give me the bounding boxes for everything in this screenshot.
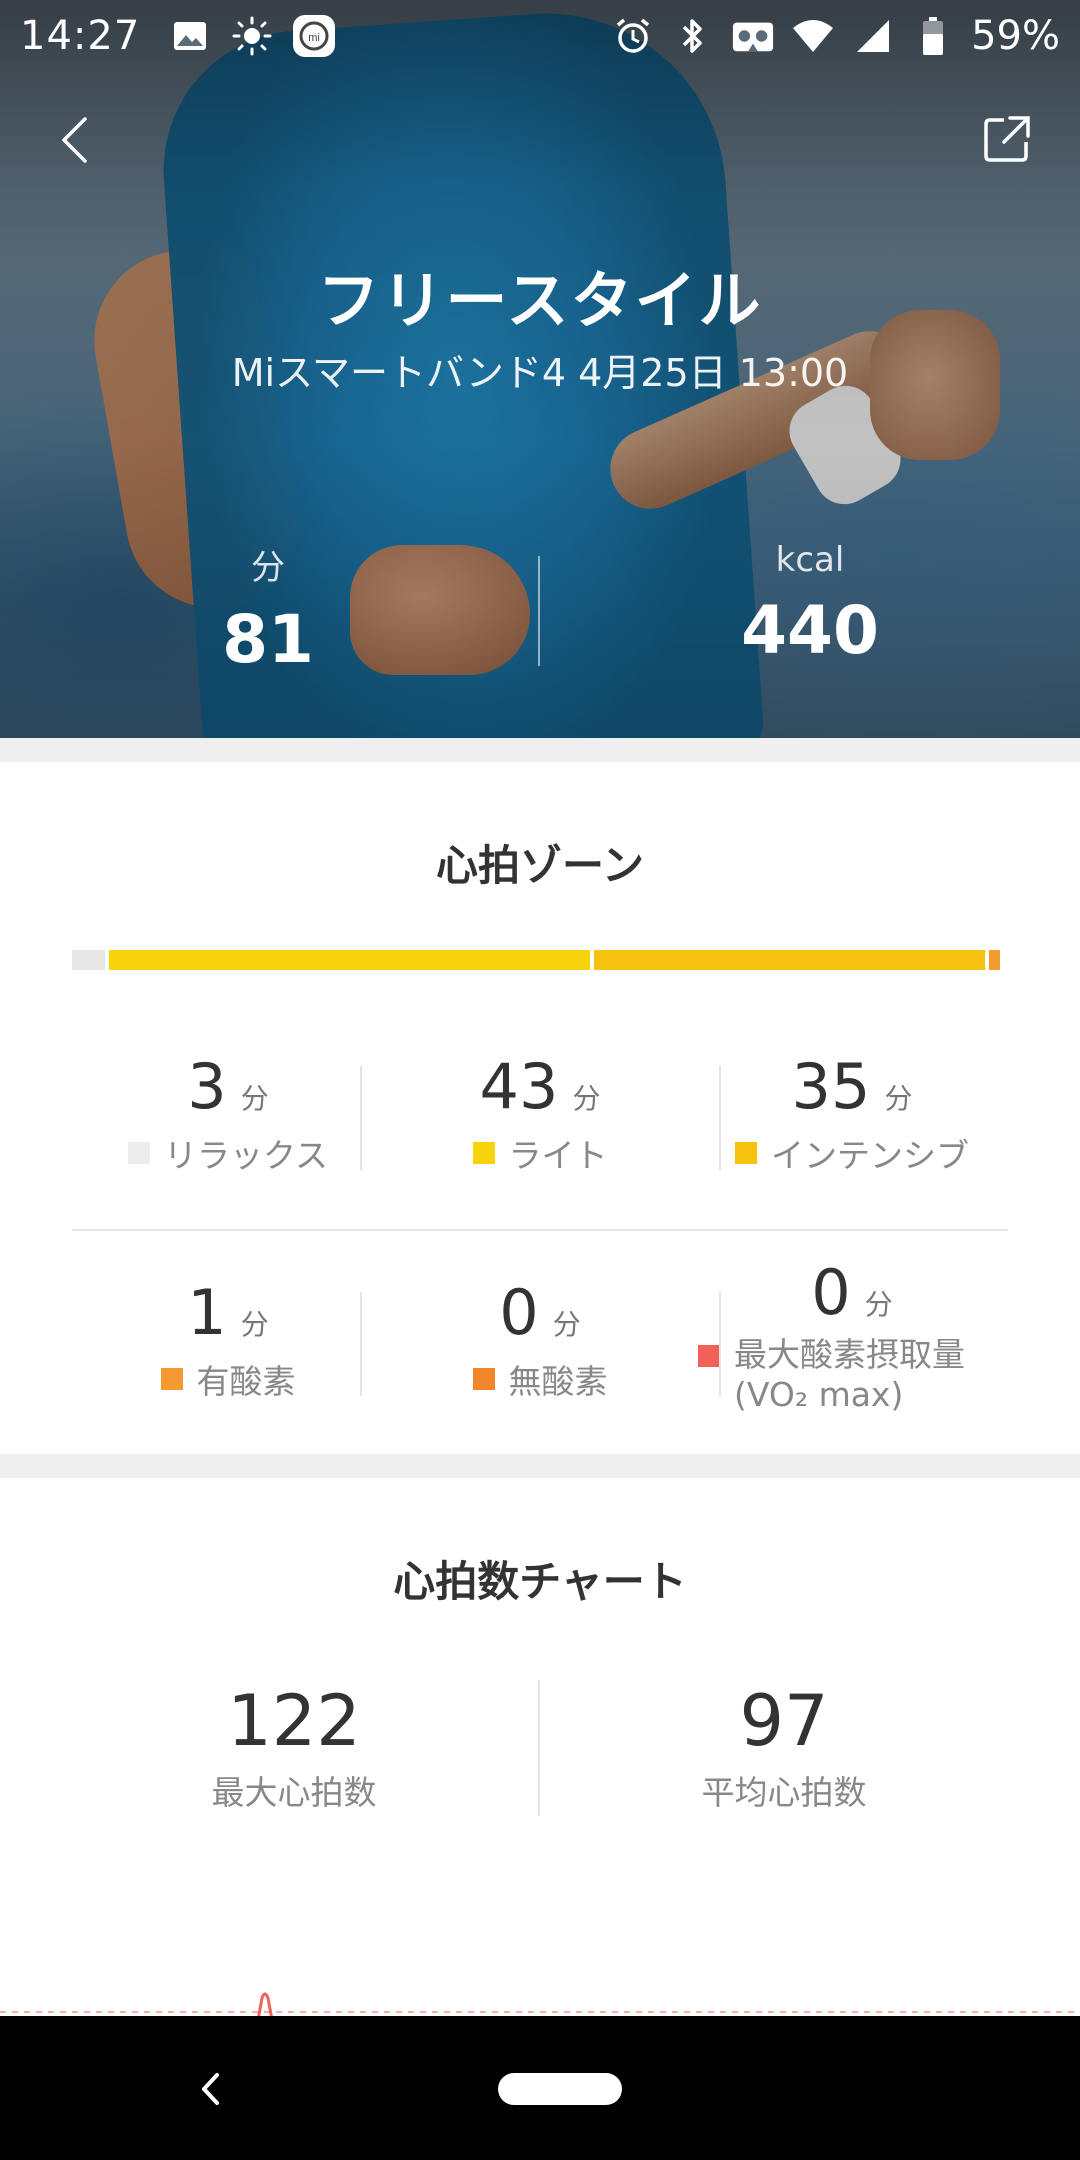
zone-divider — [360, 1292, 362, 1396]
zone-relax: 3分 リラックス — [72, 1050, 384, 1180]
bluetooth-icon — [671, 14, 715, 58]
zone-bar-segment-aerobic — [989, 950, 1001, 970]
zone-swatch — [472, 1142, 495, 1164]
zone-swatch — [472, 1368, 495, 1390]
zone-bar-segment-intensive — [594, 950, 986, 970]
zone-unit: 分 — [552, 1308, 581, 1341]
back-button[interactable] — [44, 108, 104, 172]
battery-icon — [911, 14, 955, 58]
zone-value: 0 — [811, 1256, 851, 1329]
share-icon — [984, 116, 1030, 162]
zone-unit: 分 — [240, 1308, 269, 1341]
nav-home-button[interactable] — [498, 2073, 622, 2105]
workout-subtitle: Miスマートバンド4 4月25日 13:00 — [231, 351, 849, 395]
zone-divider — [360, 1066, 362, 1170]
zone-unit: 分 — [240, 1082, 269, 1115]
avg-heart-rate-stat: 97 平均心拍数 — [574, 1680, 994, 1814]
zone-row-divider — [72, 1229, 1008, 1231]
svg-text:mi: mi — [308, 32, 320, 44]
max-heart-rate-value: 122 — [227, 1680, 361, 1762]
image-icon — [168, 14, 212, 58]
zone-intensive: 35 分 インテンシブ — [696, 1050, 1008, 1180]
alarm-icon — [611, 14, 655, 58]
zone-value: 35 — [791, 1050, 871, 1123]
heart-chart-title: 心拍数チャート — [393, 1557, 687, 1606]
duration-stat: 分 81 — [98, 540, 438, 678]
heart-zone-grid: 3分 リラックス 43 分 ライト 35 分 インテンシブ — [72, 1050, 1008, 1180]
zone-aerobic: 1分 有酸素 — [72, 1276, 384, 1406]
system-nav-bar — [0, 2016, 1080, 2160]
hero-divider — [538, 556, 540, 666]
heart-stat-divider — [538, 1680, 540, 1816]
zone-divider — [719, 1066, 721, 1170]
zone-label: 無酸素 — [508, 1362, 608, 1401]
workout-title: フリースタイル — [317, 264, 763, 337]
heart-zone-bar — [72, 950, 1004, 970]
zone-swatch — [698, 1345, 720, 1367]
workout-detail-page: 14:27 mi 59% フリースタイル Miスマートバンド4 4月25日 13… — [0, 0, 1080, 2160]
max-heart-rate-stat: 122 最大心拍数 — [84, 1680, 504, 1814]
zone-vo2max: 0分 最大酸素摂取量 (VO₂ max) — [696, 1256, 1008, 1414]
zone-unit: 分 — [884, 1082, 913, 1115]
status-bar: 14:27 mi 59% — [0, 0, 1080, 72]
top-nav — [0, 100, 1080, 180]
share-button[interactable] — [974, 106, 1040, 172]
zone-row: 1分 有酸素 0分 無酸素 0分 最大酸素摂取量 (VO₂ max) — [72, 1256, 1008, 1414]
nav-back-icon — [202, 2073, 219, 2105]
zone-value: 1 — [187, 1276, 227, 1349]
zone-unit: 分 — [572, 1082, 601, 1115]
avg-heart-rate-value: 97 — [739, 1680, 829, 1762]
zone-label: ライト — [508, 1136, 608, 1175]
brightness-icon — [230, 14, 274, 58]
zone-label: リラックス — [163, 1136, 328, 1175]
zone-value: 43 — [479, 1050, 559, 1123]
zone-swatch — [127, 1142, 150, 1164]
wifi-icon — [791, 14, 835, 58]
zone-label: 最大酸素摂取量 (VO₂ max) — [734, 1335, 965, 1414]
zone-anaerobic: 0分 無酸素 — [384, 1276, 696, 1406]
heart-zone-title: 心拍ゾーン — [436, 841, 644, 890]
hero-banner: 14:27 mi 59% フリースタイル Miスマートバンド4 4月25日 13… — [0, 0, 1080, 738]
calories-value: 440 — [741, 592, 879, 669]
duration-unit: 分 — [251, 548, 285, 588]
zone-row: 3分 リラックス 43 分 ライト 35 分 インテンシブ — [72, 1050, 1008, 1180]
zone-swatch — [160, 1368, 183, 1390]
zone-bar-segment-relax — [72, 950, 106, 970]
duration-value: 81 — [222, 601, 314, 678]
heart-zone-grid-2: 1分 有酸素 0分 無酸素 0分 最大酸素摂取量 (VO₂ max) — [72, 1256, 1008, 1414]
zone-label: インテンシブ — [771, 1136, 969, 1175]
heart-rate-chart — [0, 1960, 1080, 2020]
zone-value: 0 — [499, 1276, 539, 1349]
chevron-left-icon — [62, 117, 87, 163]
nav-back-button[interactable] — [190, 2064, 230, 2114]
zone-bar-segment-light — [109, 950, 591, 970]
avg-heart-rate-label: 平均心拍数 — [701, 1773, 867, 1812]
zone-unit: 分 — [864, 1288, 893, 1321]
zone-divider — [719, 1292, 721, 1396]
zone-value: 3 — [187, 1050, 227, 1123]
calories-stat: kcal 440 — [640, 540, 980, 669]
section-separator — [0, 1454, 1080, 1478]
zone-light: 43 分 ライト — [384, 1050, 696, 1180]
zone-swatch — [735, 1142, 757, 1164]
max-heart-rate-label: 最大心拍数 — [211, 1773, 377, 1812]
signal-icon — [851, 14, 895, 58]
status-time: 14:27 — [20, 13, 141, 59]
calories-unit: kcal — [775, 540, 845, 580]
battery-percentage: 59% — [971, 13, 1060, 59]
vr-icon — [731, 14, 775, 58]
mi-icon: mi — [292, 14, 336, 58]
zone-label: 有酸素 — [196, 1362, 296, 1401]
section-separator — [0, 738, 1080, 762]
